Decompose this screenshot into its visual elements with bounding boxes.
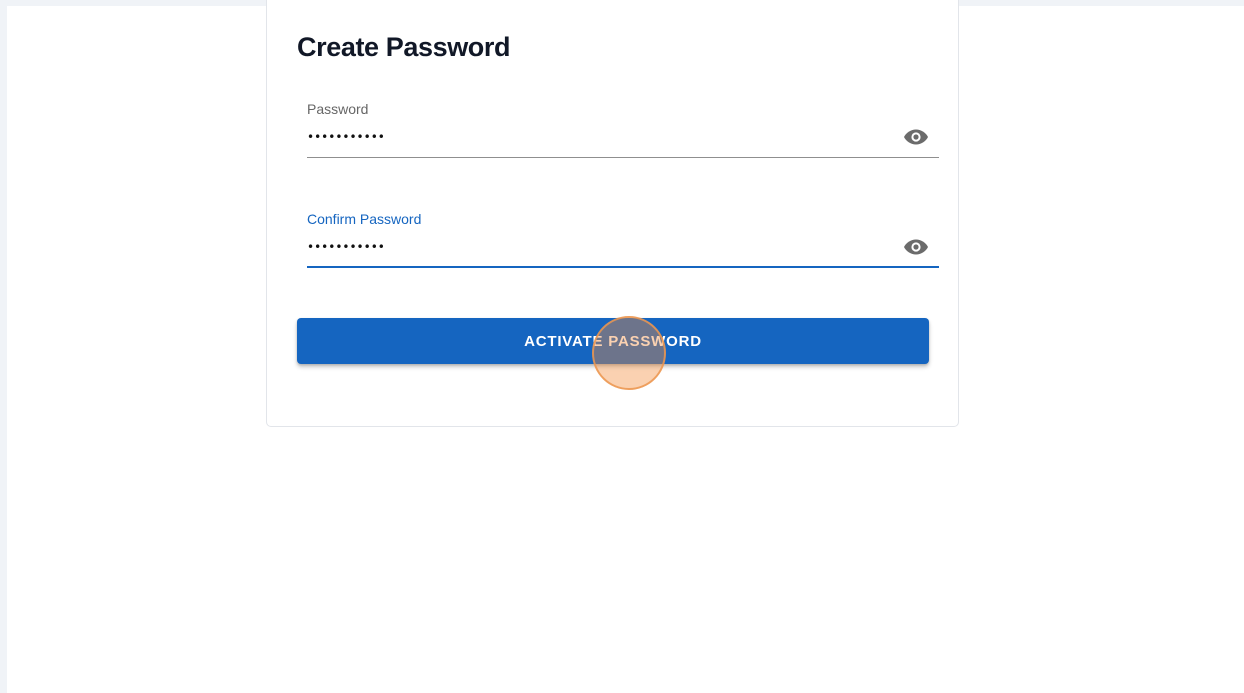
confirm-password-field: Confirm Password	[307, 210, 939, 268]
page-title: Create Password	[297, 32, 511, 62]
confirm-password-label: Confirm Password	[307, 211, 422, 227]
confirm-password-visibility-toggle[interactable]	[903, 238, 929, 256]
password-visibility-toggle[interactable]	[903, 128, 929, 146]
eye-icon	[904, 129, 928, 145]
activate-password-button[interactable]: ACTIVATE PASSWORD	[297, 318, 929, 364]
password-input[interactable]	[307, 126, 887, 148]
page-background: Create Password Password Confirm Passwor…	[7, 0, 1244, 693]
password-label: Password	[307, 101, 369, 117]
confirm-password-input[interactable]	[307, 236, 887, 258]
password-field: Password	[307, 100, 939, 158]
create-password-card: Create Password Password Confirm Passwor…	[266, 0, 959, 427]
eye-icon	[904, 239, 928, 255]
